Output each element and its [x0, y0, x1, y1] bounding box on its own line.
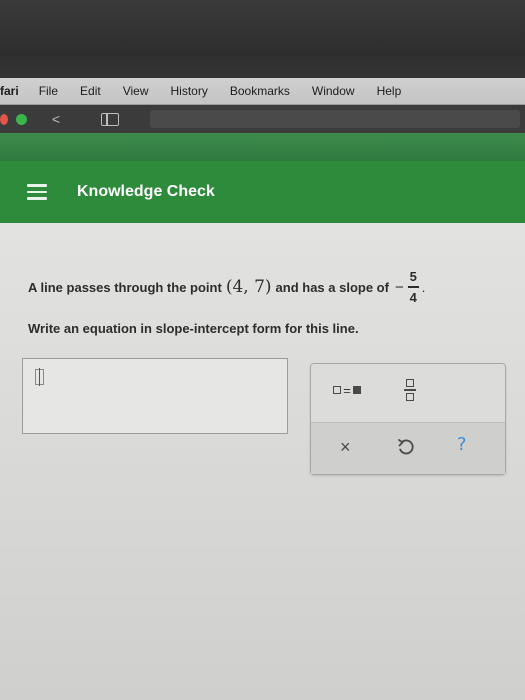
menu-window[interactable]: Window	[312, 84, 355, 98]
question-period: .	[421, 279, 426, 295]
undo-icon[interactable]	[395, 436, 417, 458]
back-button[interactable]: <	[43, 110, 69, 128]
slope-fraction: 5 4	[407, 269, 419, 305]
fraction-template-button[interactable]	[400, 376, 420, 404]
equals-sign: =	[343, 382, 351, 398]
close-window-button[interactable]	[0, 113, 8, 125]
math-keypad: = × ?	[310, 363, 506, 475]
page-title: Knowledge Check	[77, 183, 215, 200]
denominator-box-icon	[406, 392, 414, 401]
main-content: A line passes through the point (4, 7) a…	[0, 223, 525, 700]
question-prefix: A line passes through the point	[28, 279, 222, 295]
slope-sign: −	[394, 278, 404, 296]
left-box-icon	[333, 386, 342, 394]
slope-numerator: 5	[409, 269, 417, 285]
zoom-window-button[interactable]	[16, 113, 27, 125]
menu-app-name[interactable]: fari	[0, 84, 19, 98]
instruction-text: Write an equation in slope-intercept for…	[28, 321, 359, 336]
keypad-template-row: =	[311, 364, 505, 422]
menu-history[interactable]: History	[171, 84, 208, 98]
menu-bookmarks[interactable]: Bookmarks	[230, 84, 290, 98]
question-text: A line passes through the point (4, 7) a…	[28, 267, 498, 307]
menu-help[interactable]: Help	[377, 84, 402, 98]
question-point: (4, 7)	[225, 277, 272, 297]
clear-button[interactable]: ×	[340, 437, 351, 458]
keypad-action-row: × ?	[311, 422, 505, 474]
input-cursor-placeholder	[35, 368, 44, 386]
numerator-box-icon	[406, 379, 414, 388]
mac-menubar: fari File Edit View History Bookmarks Wi…	[0, 78, 525, 105]
equation-template-button[interactable]: =	[325, 379, 369, 401]
question-middle: and has a slope of	[275, 279, 389, 295]
menu-view[interactable]: View	[123, 84, 149, 98]
answer-input[interactable]	[22, 358, 288, 434]
fraction-bar	[407, 286, 419, 288]
app-header: Knowledge Check	[0, 161, 525, 223]
tab-strip	[0, 133, 525, 161]
right-box-icon	[352, 386, 361, 394]
menu-edit[interactable]: Edit	[80, 84, 101, 98]
screen-bezel	[0, 0, 525, 78]
sidebar-toggle-icon[interactable]	[101, 112, 119, 126]
address-bar[interactable]	[150, 110, 520, 128]
menu-file[interactable]: File	[39, 84, 58, 98]
fraction-line-icon	[404, 389, 416, 391]
slope-denominator: 4	[409, 289, 417, 305]
hamburger-menu-icon[interactable]	[27, 184, 47, 200]
help-button[interactable]: ?	[457, 434, 467, 455]
